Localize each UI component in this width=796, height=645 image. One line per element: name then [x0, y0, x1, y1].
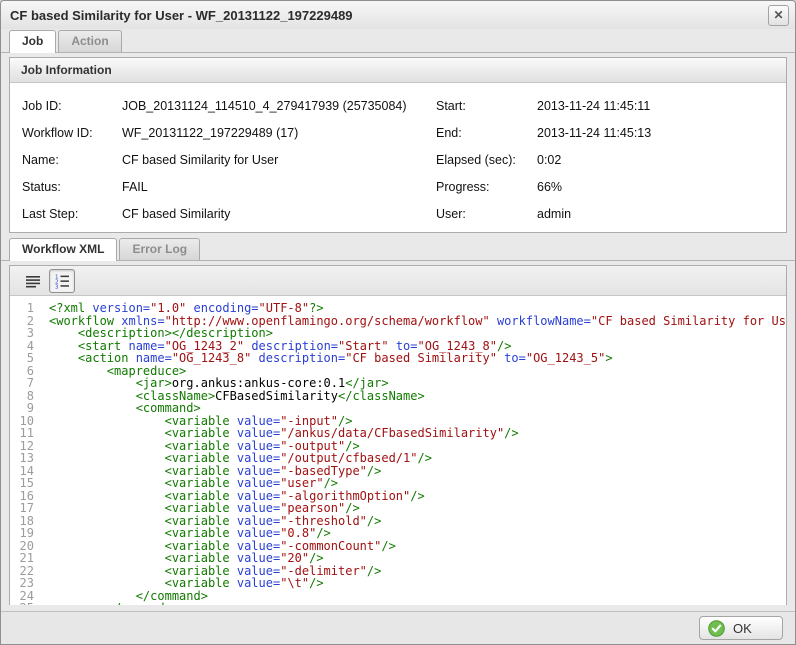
dialog-titlebar: CF based Similarity for User - WF_201311…: [1, 1, 795, 29]
field-label: End:: [436, 125, 462, 140]
code-text: </mapreduce>: [40, 602, 194, 605]
line-number: 7: [26, 376, 34, 390]
line-number: 2: [26, 313, 34, 328]
tab-workflow-xml[interactable]: Workflow XML: [9, 238, 118, 261]
line-number: 3: [26, 326, 34, 340]
svg-text:3: 3: [55, 284, 59, 289]
field-row: Workflow ID: WF_20131122_197229489 (17) En…: [10, 119, 786, 146]
ok-button[interactable]: OK: [699, 616, 783, 640]
job-information-panel: Job Information Job ID: JOB_20131124_1145…: [9, 57, 787, 233]
field-label: Progress:: [436, 179, 490, 194]
line-numbers-icon: 1 2 3: [55, 274, 69, 289]
field-value: FAIL: [122, 179, 148, 194]
close-icon: ✕: [773, 8, 784, 22]
field-label: Last Step:: [22, 206, 79, 221]
field-label: Job ID:: [22, 98, 62, 113]
line-number: 8: [26, 388, 34, 403]
field-label: User:: [436, 206, 466, 221]
line-number: 21: [19, 551, 34, 565]
tab-workflow-xml-label: Workflow XML: [22, 242, 105, 256]
field-row: Last Step: CF based Similarity User: admin: [10, 200, 786, 227]
line-number: 6: [26, 363, 34, 378]
field-value: JOB_20131124_114510_4_279417939 (2573508…: [122, 98, 407, 113]
field-value: 0:02: [537, 152, 562, 167]
field-value: 66%: [537, 179, 563, 194]
tab-error-log[interactable]: Error Log: [119, 238, 201, 260]
word-wrap-button[interactable]: [20, 269, 46, 293]
field-row: Name: CF based Similarity for User Elapsed…: [10, 146, 786, 173]
field-row: Status: FAIL Progress: 66%: [10, 173, 786, 200]
code-line: 25 </mapreduce>: [10, 602, 786, 605]
field-label: Elapsed (sec):: [436, 152, 516, 167]
line-number: 25: [10, 602, 40, 605]
field-value: 2013-11-24 11:45:11: [537, 98, 651, 113]
field-value: admin: [537, 206, 572, 221]
line-number: 9: [26, 401, 34, 415]
line-numbers-button[interactable]: 1 2 3: [49, 268, 75, 293]
field-label: Start:: [436, 98, 466, 113]
field-value: WF_20131122_197229489 (17): [122, 125, 299, 140]
editor-toolbar: 1 2 3: [10, 266, 786, 296]
tab-job[interactable]: Job: [9, 30, 57, 53]
tab-job-label: Job: [22, 34, 44, 48]
dialog-window: CF based Similarity for User - WF_201311…: [0, 0, 796, 645]
line-number: 5: [26, 351, 34, 365]
tab-error-log-label: Error Log: [132, 242, 188, 256]
field-value: CF based Similarity: [122, 206, 231, 221]
bottom-tabstrip: Workflow XML Error Log: [1, 237, 795, 261]
line-number: 4: [26, 338, 34, 353]
line-number: 1: [26, 301, 34, 315]
top-tabstrip: Job Action: [1, 29, 795, 53]
line-number: 23: [19, 576, 34, 590]
tab-action[interactable]: Action: [58, 30, 122, 52]
field-label: Workflow ID:: [22, 125, 93, 140]
job-info-fields: Job ID: JOB_20131124_114510_4_279417939 (…: [10, 83, 786, 227]
dialog-title: CF based Similarity for User - WF_201311…: [10, 7, 353, 23]
field-value: 2013-11-24 11:45:13: [537, 125, 652, 140]
ok-check-icon: [708, 619, 725, 637]
field-label: Status:: [22, 179, 61, 194]
xml-code-viewer[interactable]: 1 <?xml version="1.0" encoding="UTF-8"?> 2…: [10, 296, 786, 605]
line-number: 17: [19, 501, 34, 515]
field-row: Job ID: JOB_20131124_114510_4_279417939 (…: [10, 92, 786, 119]
field-label: Name:: [22, 152, 59, 167]
line-number: 11: [19, 426, 34, 440]
word-wrap-icon: [26, 275, 40, 287]
tab-action-label: Action: [71, 34, 109, 48]
field-value: CF based Similarity for User: [122, 152, 279, 167]
workflow-xml-panel: 1 2 3 1 <?xml version="1.0" encoding="UTF…: [9, 265, 787, 605]
line-number: 13: [19, 451, 34, 465]
dialog-footer: OK: [1, 611, 795, 644]
panel-header-job-information: Job Information: [10, 58, 786, 83]
line-number: 15: [19, 476, 34, 490]
close-button[interactable]: ✕: [768, 4, 789, 26]
line-number: 19: [19, 526, 34, 540]
ok-button-label: OK: [733, 620, 752, 636]
